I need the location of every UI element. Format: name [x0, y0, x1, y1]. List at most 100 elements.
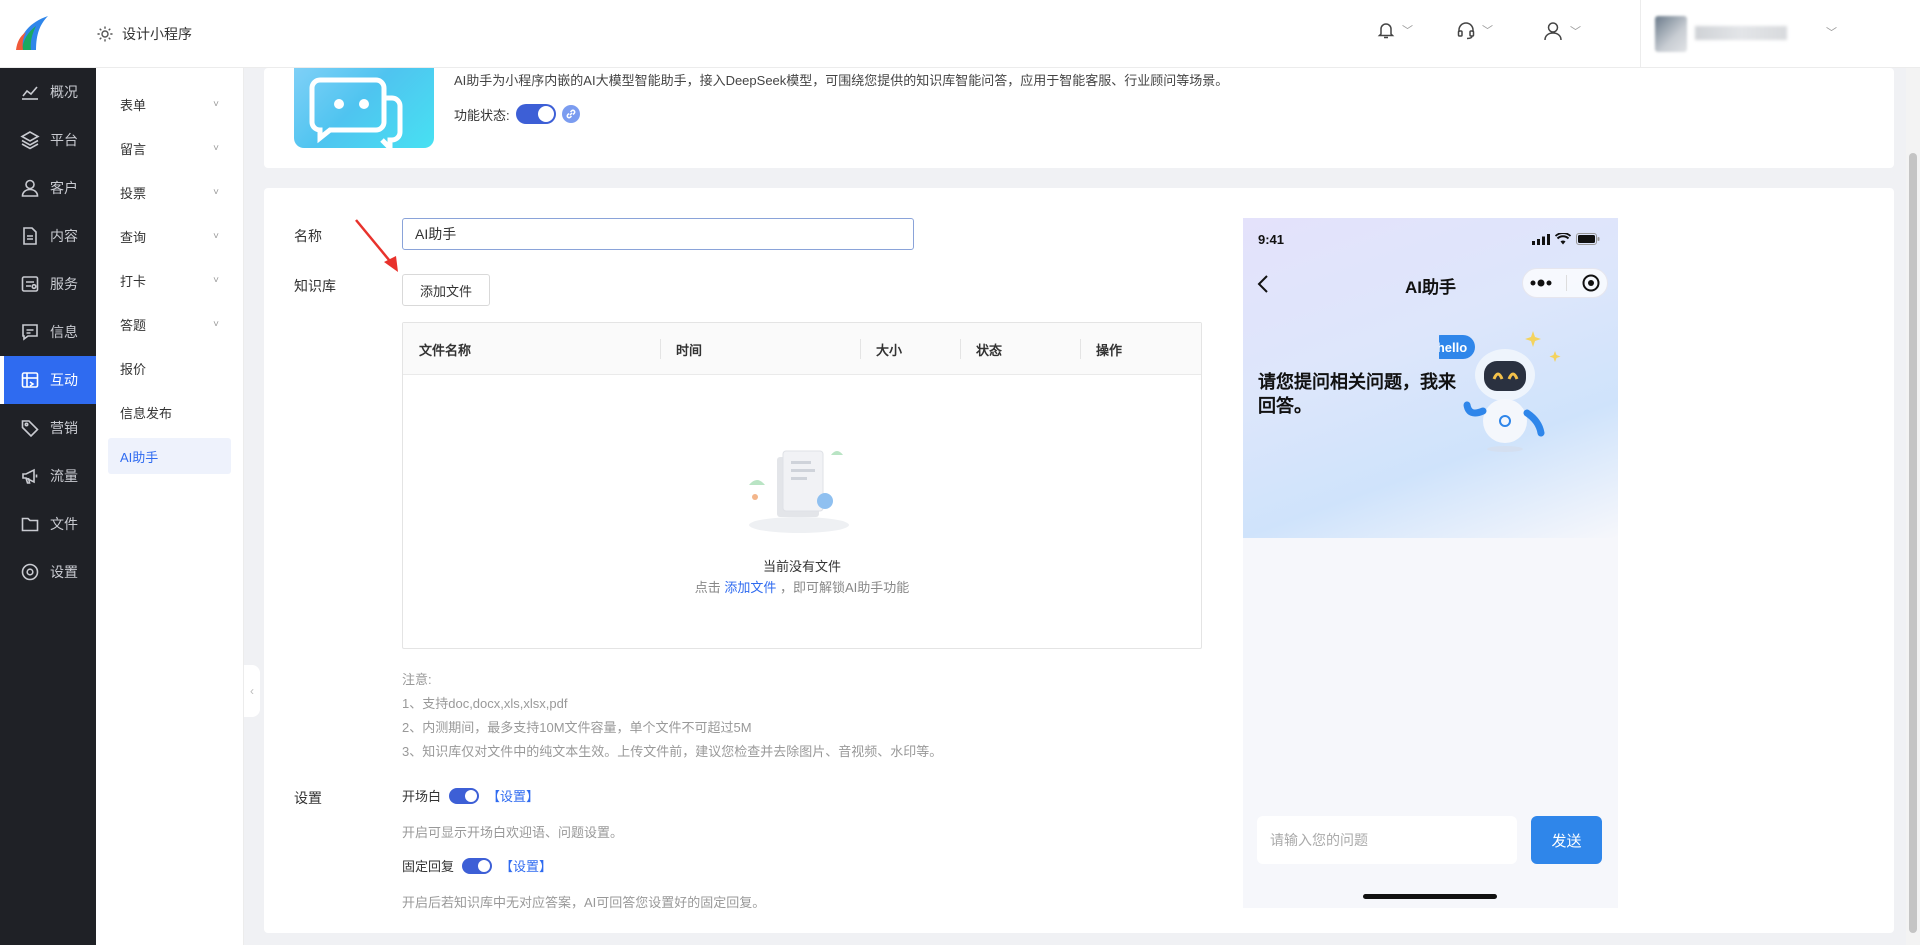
link-icon[interactable]	[561, 105, 580, 123]
fixed-reply-settings-link[interactable]: 【设置】	[500, 856, 552, 875]
capsule-divider	[1566, 275, 1568, 291]
top-bar: 设计小程序 ﹀ ﹀ ﹀ ﹀	[0, 0, 1920, 68]
phone-status-icons	[1532, 233, 1600, 245]
question-input[interactable]: 请输入您的问题	[1257, 816, 1517, 864]
app-switcher[interactable]: 设计小程序	[96, 24, 192, 44]
feature-description: AI助手为小程序内嵌的AI大模型智能助手，接入DeepSeek模型，可围绕您提供…	[454, 73, 1229, 88]
tag-icon	[21, 420, 39, 438]
collapse-sidebar-handle[interactable]: ‹	[244, 665, 260, 717]
greeting-text: 请您提问相关问题，我来回答。	[1258, 372, 1456, 416]
add-file-button[interactable]: 添加文件	[402, 274, 490, 306]
column-header-time: 时间	[676, 342, 703, 358]
name-input[interactable]	[402, 218, 914, 250]
app-name: 设计小程序	[122, 26, 192, 42]
home-indicator	[1363, 894, 1497, 899]
gear-icon	[21, 563, 39, 581]
robot-mascot-illustration: hello	[1439, 331, 1561, 452]
nav-item-messages[interactable]: 信息	[0, 308, 96, 356]
subnav-label: 留言	[120, 141, 147, 157]
column-header-size: 大小	[876, 342, 903, 358]
phone-preview: 9:41 AI助手 请您提问相关问题，我来回答。 hello 请输入您的问题 发…	[1243, 218, 1618, 908]
subnav-item-checkin[interactable]: 打卡 ˅	[108, 262, 231, 298]
nav-item-settings[interactable]: 设置	[0, 548, 96, 596]
subnav-item-quiz[interactable]: 答题 ˅	[108, 306, 231, 342]
nav-item-marketing[interactable]: 营销	[0, 404, 96, 452]
nav-label: 客户	[50, 180, 78, 196]
nav-item-platform[interactable]: 平台	[0, 116, 96, 164]
subnav-item-ai-assistant[interactable]: AI助手	[108, 438, 231, 474]
page-scrollbar[interactable]	[1906, 68, 1920, 945]
empty-hint-suffix: ，即可解锁AI助手功能	[779, 580, 910, 595]
column-divider	[960, 339, 961, 359]
upload-notes: 注意: 1、支持doc,docx,xls,xlsx,pdf 2、内测期间，最多支…	[402, 668, 942, 764]
column-header-status: 状态	[976, 342, 1003, 358]
headset-icon	[1457, 22, 1475, 40]
send-button[interactable]: 发送	[1531, 816, 1602, 864]
nav-item-content[interactable]: 内容	[0, 212, 96, 260]
avatar	[1655, 16, 1687, 52]
opening-settings-link[interactable]: 【设置】	[487, 786, 539, 805]
close-miniprogram-icon[interactable]	[1582, 274, 1600, 292]
support-menu[interactable]: ﹀	[1456, 20, 1493, 40]
nav-item-overview[interactable]: 概况	[0, 68, 96, 116]
more-dots-icon[interactable]	[1530, 279, 1552, 287]
service-icon	[21, 276, 39, 292]
app-logo[interactable]	[14, 14, 52, 54]
subnav-item-info-publish[interactable]: 信息发布	[108, 394, 231, 430]
user-profile-menu[interactable]: ﹀	[1640, 0, 1920, 68]
column-header-actions: 操作	[1096, 342, 1123, 358]
add-file-link[interactable]: 添加文件	[724, 580, 776, 595]
status-label: 功能状态:	[454, 107, 510, 123]
user-icon	[21, 179, 39, 197]
subnav-item-query[interactable]: 查询 ˅	[108, 218, 231, 254]
chart-line-icon	[22, 86, 38, 100]
column-header-filename: 文件名称	[419, 342, 472, 358]
account-menu[interactable]: ﹀	[1542, 20, 1581, 42]
nav-label: 概况	[50, 84, 78, 100]
chevron-down-icon: ˅	[213, 186, 219, 198]
user-icon	[1544, 22, 1562, 41]
ai-assistant-form: 名称 知识库 添加文件 文件名称 时间 大小 状态 操作	[264, 188, 1894, 933]
opening-setting-row: 开场白 【设置】	[402, 786, 539, 805]
settings-label: 设置	[294, 790, 322, 806]
subnav-item-quote[interactable]: 报价	[108, 350, 231, 386]
opening-description: 开启可显示开场白欢迎语、问题设置。	[402, 825, 624, 840]
opening-toggle[interactable]	[449, 787, 480, 804]
subnav-label: 查询	[120, 229, 147, 245]
chevron-left-icon: ‹	[250, 684, 254, 698]
robot-bubble-text: hello	[1439, 340, 1467, 355]
nav-item-traffic[interactable]: 流量	[0, 452, 96, 500]
nav-label: 内容	[50, 228, 78, 244]
chevron-down-icon: ﹀	[1826, 27, 1837, 39]
fixed-reply-label: 固定回复	[402, 859, 455, 874]
subnav-item-guestbook[interactable]: 留言 ˅	[108, 130, 231, 166]
feature-status-toggle[interactable]	[515, 104, 556, 124]
chat-bubble-icon	[309, 77, 403, 148]
nav-label: 营销	[50, 420, 78, 436]
nav-item-customers[interactable]: 客户	[0, 164, 96, 212]
scrollbar-thumb[interactable]	[1909, 153, 1917, 933]
empty-files-illustration	[749, 450, 849, 533]
nav-item-service[interactable]: 服务	[0, 260, 96, 308]
subnav-item-voting[interactable]: 投票 ˅	[108, 174, 231, 210]
notifications-menu[interactable]: ﹀	[1376, 20, 1413, 40]
miniprogram-capsule	[1522, 268, 1608, 298]
nav-label: 文件	[50, 516, 78, 532]
nav-label: 互动	[50, 372, 78, 388]
chevron-down-icon: ˅	[213, 274, 219, 286]
fixed-reply-toggle[interactable]	[462, 857, 493, 874]
subnav-item-forms[interactable]: 表单 ˅	[108, 86, 231, 122]
fixed-reply-setting-row: 固定回复 【设置】	[402, 856, 552, 875]
layers-icon	[20, 131, 40, 150]
chevron-down-icon: ﹀	[1570, 26, 1581, 38]
phone-clock: 9:41	[1258, 232, 1285, 247]
sub-nav: 表单 ˅ 留言 ˅ 投票 ˅ 查询 ˅ 打卡 ˅ 答题 ˅ 报价 信息发布 AI助手	[96, 68, 244, 945]
subnav-label: 信息发布	[120, 405, 173, 421]
wifi-icon	[1555, 233, 1571, 245]
chevron-down-icon: ﹀	[1402, 25, 1413, 37]
nav-item-files[interactable]: 文件	[0, 500, 96, 548]
nav-item-interaction[interactable]: 互动	[0, 356, 96, 404]
column-divider	[660, 339, 661, 359]
signal-icon	[1532, 233, 1550, 245]
red-arrow-annotation	[355, 219, 398, 272]
